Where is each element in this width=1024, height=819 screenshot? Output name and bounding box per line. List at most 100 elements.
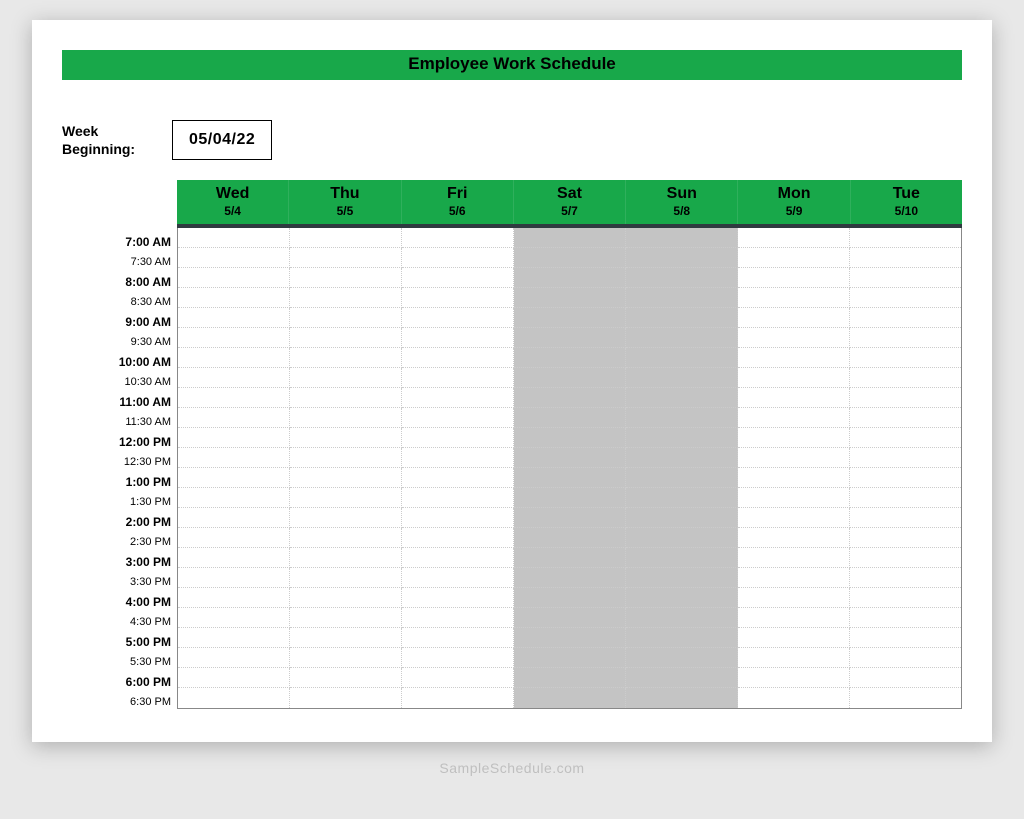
schedule-cell[interactable] — [626, 368, 738, 388]
schedule-cell[interactable] — [850, 448, 961, 468]
schedule-cell[interactable] — [738, 468, 850, 488]
schedule-cell[interactable] — [514, 548, 626, 568]
schedule-cell[interactable] — [402, 668, 514, 688]
schedule-cell[interactable] — [626, 648, 738, 668]
schedule-cell[interactable] — [178, 548, 290, 568]
schedule-cell[interactable] — [850, 468, 961, 488]
schedule-cell[interactable] — [738, 228, 850, 248]
schedule-cell[interactable] — [178, 408, 290, 428]
schedule-cell[interactable] — [850, 228, 961, 248]
schedule-cell[interactable] — [626, 248, 738, 268]
schedule-cell[interactable] — [178, 528, 290, 548]
schedule-cell[interactable] — [290, 648, 402, 668]
schedule-cell[interactable] — [402, 368, 514, 388]
schedule-cell[interactable] — [514, 568, 626, 588]
schedule-cell[interactable] — [178, 588, 290, 608]
schedule-cell[interactable] — [514, 688, 626, 708]
schedule-cell[interactable] — [402, 428, 514, 448]
schedule-cell[interactable] — [738, 448, 850, 468]
schedule-cell[interactable] — [402, 688, 514, 708]
schedule-cell[interactable] — [738, 348, 850, 368]
schedule-cell[interactable] — [850, 648, 961, 668]
schedule-cell[interactable] — [850, 548, 961, 568]
schedule-cell[interactable] — [738, 568, 850, 588]
schedule-cell[interactable] — [402, 488, 514, 508]
schedule-cell[interactable] — [514, 668, 626, 688]
schedule-cell[interactable] — [738, 368, 850, 388]
schedule-cell[interactable] — [850, 308, 961, 328]
schedule-cell[interactable] — [290, 288, 402, 308]
schedule-cell[interactable] — [402, 328, 514, 348]
schedule-cell[interactable] — [402, 528, 514, 548]
schedule-cell[interactable] — [514, 288, 626, 308]
schedule-cell[interactable] — [738, 268, 850, 288]
schedule-cell[interactable] — [402, 468, 514, 488]
schedule-cell[interactable] — [402, 608, 514, 628]
schedule-cell[interactable] — [402, 648, 514, 668]
schedule-cell[interactable] — [290, 388, 402, 408]
schedule-cell[interactable] — [178, 388, 290, 408]
schedule-cell[interactable] — [626, 588, 738, 608]
schedule-cell[interactable] — [402, 508, 514, 528]
schedule-cell[interactable] — [514, 628, 626, 648]
schedule-cell[interactable] — [626, 228, 738, 248]
schedule-cell[interactable] — [850, 508, 961, 528]
schedule-cell[interactable] — [738, 248, 850, 268]
schedule-cell[interactable] — [738, 628, 850, 648]
schedule-cell[interactable] — [738, 308, 850, 328]
schedule-cell[interactable] — [626, 428, 738, 448]
schedule-cell[interactable] — [178, 288, 290, 308]
schedule-cell[interactable] — [850, 388, 961, 408]
schedule-cell[interactable] — [514, 488, 626, 508]
schedule-cell[interactable] — [850, 668, 961, 688]
schedule-cell[interactable] — [738, 688, 850, 708]
schedule-cell[interactable] — [290, 268, 402, 288]
schedule-cell[interactable] — [514, 348, 626, 368]
schedule-cell[interactable] — [290, 468, 402, 488]
schedule-cell[interactable] — [626, 348, 738, 368]
schedule-cell[interactable] — [290, 448, 402, 468]
schedule-cell[interactable] — [850, 628, 961, 648]
schedule-cell[interactable] — [626, 388, 738, 408]
schedule-cell[interactable] — [514, 408, 626, 428]
schedule-cell[interactable] — [402, 408, 514, 428]
schedule-cell[interactable] — [402, 268, 514, 288]
schedule-cell[interactable] — [626, 628, 738, 648]
schedule-cell[interactable] — [514, 368, 626, 388]
schedule-cell[interactable] — [178, 648, 290, 668]
schedule-cell[interactable] — [738, 608, 850, 628]
schedule-cell[interactable] — [178, 468, 290, 488]
schedule-cell[interactable] — [514, 388, 626, 408]
schedule-cell[interactable] — [514, 468, 626, 488]
schedule-cell[interactable] — [178, 268, 290, 288]
schedule-cell[interactable] — [514, 448, 626, 468]
schedule-cell[interactable] — [850, 288, 961, 308]
schedule-cell[interactable] — [514, 328, 626, 348]
schedule-cell[interactable] — [290, 228, 402, 248]
schedule-cell[interactable] — [178, 448, 290, 468]
schedule-cell[interactable] — [738, 328, 850, 348]
schedule-cell[interactable] — [850, 588, 961, 608]
schedule-cell[interactable] — [290, 488, 402, 508]
schedule-cell[interactable] — [178, 688, 290, 708]
schedule-cell[interactable] — [738, 548, 850, 568]
schedule-cell[interactable] — [290, 408, 402, 428]
schedule-cell[interactable] — [290, 588, 402, 608]
schedule-cell[interactable] — [514, 248, 626, 268]
schedule-cell[interactable] — [738, 508, 850, 528]
schedule-cell[interactable] — [402, 248, 514, 268]
schedule-cell[interactable] — [290, 248, 402, 268]
schedule-cell[interactable] — [290, 348, 402, 368]
schedule-cell[interactable] — [178, 348, 290, 368]
schedule-cell[interactable] — [514, 508, 626, 528]
schedule-cell[interactable] — [290, 368, 402, 388]
schedule-cell[interactable] — [514, 268, 626, 288]
schedule-cell[interactable] — [514, 228, 626, 248]
schedule-cell[interactable] — [402, 448, 514, 468]
schedule-cell[interactable] — [402, 348, 514, 368]
schedule-cell[interactable] — [626, 268, 738, 288]
schedule-cell[interactable] — [514, 308, 626, 328]
schedule-cell[interactable] — [290, 688, 402, 708]
schedule-cell[interactable] — [402, 288, 514, 308]
schedule-cell[interactable] — [178, 328, 290, 348]
